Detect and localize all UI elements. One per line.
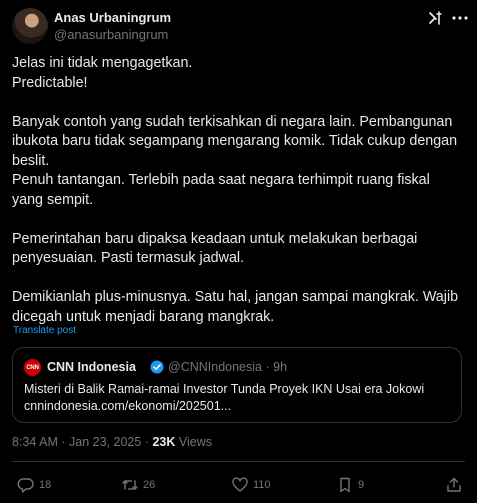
like-count: 110	[253, 479, 271, 491]
post-card: Anas Urbaningrum @anasurbaningrum Jelas …	[0, 0, 477, 503]
author-name[interactable]: Anas Urbaningrum	[54, 10, 171, 25]
quote-text: Misteri di Balik Ramai-ramai Investor Tu…	[24, 381, 424, 415]
share-icon[interactable]	[445, 476, 463, 494]
post-time[interactable]: 8:34 AM	[12, 435, 58, 449]
grok-icon[interactable]	[428, 10, 444, 26]
repost-icon	[122, 480, 138, 490]
meta-separator: ·	[144, 435, 149, 449]
post-line: Banyak contoh yang sudah terkisahkan di …	[12, 113, 458, 169]
like-button[interactable]: 110	[231, 476, 271, 494]
divider	[12, 461, 465, 462]
views-count: 23K	[152, 435, 176, 449]
bookmark-count: 9	[358, 479, 365, 491]
quoted-post[interactable]: CNN CNN Indonesia @CNNIndonesia · 9h Mis…	[12, 347, 462, 423]
meta-separator: ·	[61, 435, 66, 449]
quote-link: cnnindonesia.com/ekonomi/202501...	[24, 399, 232, 413]
quote-headline: Misteri di Balik Ramai-ramai Investor Tu…	[24, 382, 425, 396]
reply-button[interactable]: 18	[17, 476, 51, 494]
quote-separator: ·	[265, 360, 270, 374]
heart-icon	[232, 477, 248, 492]
cnn-avatar: CNN	[24, 359, 41, 376]
translate-post-link[interactable]: Translate post	[13, 325, 76, 336]
author-handle[interactable]: @anasurbaningrum	[54, 27, 168, 42]
post-line: Penuh tantangan. Terlebih pada saat nega…	[12, 172, 430, 208]
post-meta: 8:34 AM · Jan 23, 2025 · 23K Views	[12, 435, 212, 449]
post-text: Jelas ini tidak mengagetkan. Predictable…	[12, 54, 464, 327]
post-line: Pemerintahan baru dipaksa keadaan untuk …	[12, 230, 418, 267]
post-line: Demikianlah plus-minusnya. Satu hal, jan…	[12, 289, 459, 325]
avatar[interactable]	[12, 8, 48, 44]
repost-count: 26	[143, 479, 156, 491]
reply-icon	[17, 478, 34, 493]
bookmark-icon	[340, 477, 350, 493]
views-button[interactable]: 9	[336, 476, 364, 494]
verified-badge-icon	[150, 360, 164, 374]
repost-button[interactable]: 26	[121, 476, 155, 494]
quote-handle: @CNNIndonesia	[168, 360, 262, 374]
post-date[interactable]: Jan 23, 2025	[69, 435, 141, 449]
views-label: Views	[178, 435, 212, 449]
reply-count: 18	[39, 479, 52, 491]
more-icon[interactable]	[451, 10, 469, 26]
post-line: Predictable!	[12, 74, 88, 91]
post-line: Jelas ini tidak mengagetkan.	[12, 55, 193, 71]
quote-time: 9h	[273, 360, 288, 374]
quote-meta: @CNNIndonesia · 9h	[168, 360, 287, 374]
quote-author-name: CNN Indonesia	[47, 360, 136, 374]
